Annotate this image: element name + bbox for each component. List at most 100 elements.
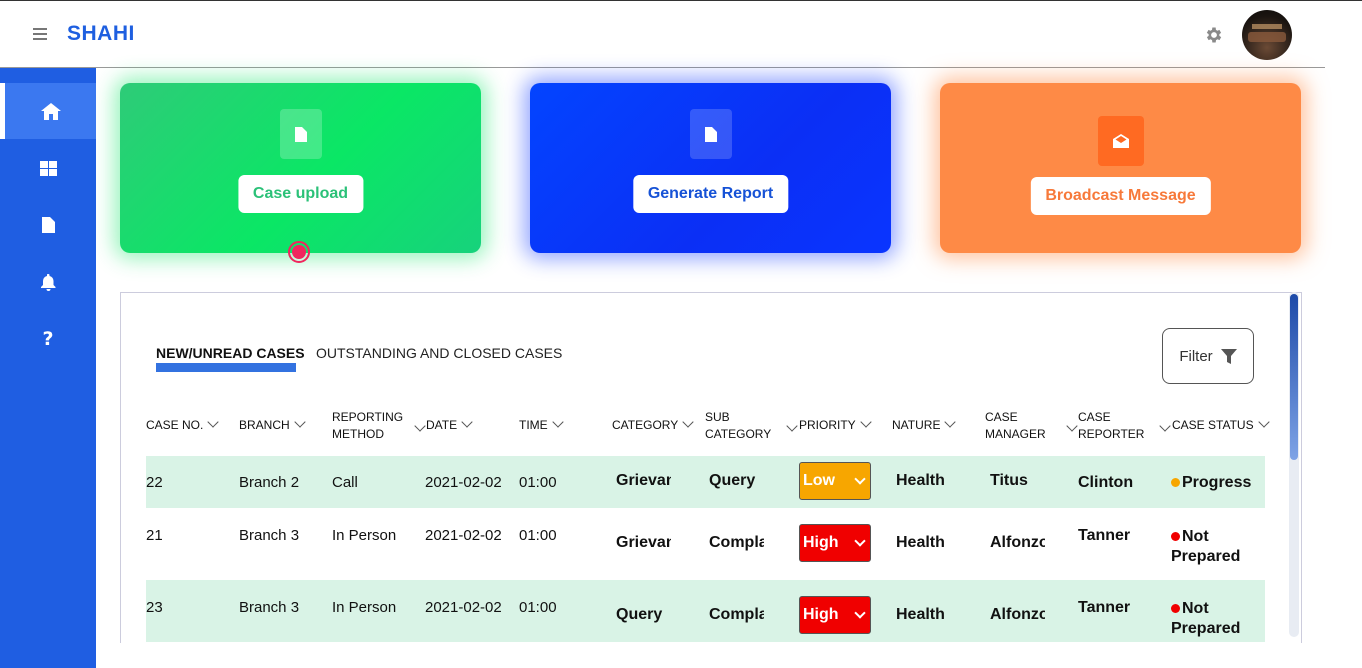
tab-new-unread-cases[interactable]: NEW/UNREAD CASES [156,345,305,361]
cell-branch: Branch 3 [239,599,300,616]
header-case-status[interactable]: CASE STATUS [1172,416,1270,434]
sidebar-item-notifications[interactable] [0,254,96,310]
cell-date: 2021-02-02 [425,599,502,616]
sidebar-item-dashboard[interactable] [0,140,96,196]
priority-value: Low [803,472,835,489]
header-label: METHOD [332,427,384,441]
sub-category-select[interactable]: Complaint [709,606,764,624]
sidebar-item-documents[interactable] [0,197,96,253]
header-case-no[interactable]: CASE NO. [146,416,220,434]
cell-method: In Person [332,527,397,544]
header-category[interactable]: CATEGORY [612,416,694,434]
nature-select[interactable]: Health [896,472,956,490]
header-label: PRIORITY [799,418,856,432]
header-sub-category[interactable]: SUB CATEGORY [705,409,771,443]
priority-select[interactable]: High [799,596,871,634]
status-dot [1171,532,1180,541]
filter-button[interactable]: Filter [1162,328,1254,384]
cell-time: 01:00 [519,527,557,544]
chevron-down-icon [207,416,220,428]
broadcast-message-card[interactable]: Broadcast Message [940,83,1301,253]
status-text: Prepared [1171,548,1241,565]
cell-date: 2021-02-02 [425,527,502,544]
sub-category-select[interactable]: Complaint [709,534,764,552]
bell-icon [40,273,55,291]
header-time[interactable]: TIME [519,416,564,434]
chevron-down-icon [1257,416,1270,428]
chevron-down-icon [854,473,866,485]
case-manager-select[interactable]: Titus [990,472,1045,490]
sub-category-select[interactable]: Query [709,472,764,490]
priority-value: High [803,606,839,623]
header-label: CASE [985,410,1018,424]
sidebar-item-help[interactable]: ? [0,311,96,367]
cell-method: In Person [332,599,397,616]
table-row[interactable]: 22 Branch 2 Call 2021-02-02 01:00 Grieva… [146,456,1265,508]
category-select[interactable]: Grievance [616,534,671,552]
nature-select[interactable]: Health [896,606,956,624]
case-manager-select[interactable]: Alfonzo [990,606,1045,624]
cell-reporter: Tanner [1078,599,1131,616]
header-nature[interactable]: NATURE [892,416,957,434]
case-upload-card[interactable]: Case upload [120,83,481,253]
cell-branch: Branch 2 [239,474,300,491]
header-label: REPORTER [1078,427,1145,441]
table-row[interactable]: 23 Branch 3 In Person 2021-02-02 01:00 Q… [146,580,1265,642]
header-case-reporter[interactable]: CASE REPORTER [1078,409,1144,443]
cell-case-no: 23 [146,599,163,616]
cell-reporter: Clinton [1078,474,1134,491]
chevron-down-icon [682,416,694,428]
help-icon: ? [42,328,54,350]
priority-select[interactable]: High [799,524,871,562]
header-label: DATE [426,418,458,432]
header-case-manager[interactable]: CASE MANAGER [985,409,1046,443]
menu-icon[interactable] [33,28,47,43]
header-label: NATURE [892,418,941,432]
header-priority[interactable]: PRIORITY [799,416,872,434]
status-badge: Progress [1171,474,1251,492]
chevron-down-icon [461,416,473,428]
status-text: Prepared [1171,620,1241,637]
gear-icon[interactable] [1204,25,1224,45]
header-label: CASE NO. [146,418,204,432]
case-upload-button[interactable]: Case upload [237,175,364,213]
header-label: REPORTING [332,410,404,424]
active-tab-underline [156,363,296,372]
generate-report-card[interactable]: Generate Report [530,83,891,253]
filter-icon [1220,348,1237,364]
priority-select[interactable]: Low [799,462,871,500]
brand-title[interactable]: SHAHI [67,22,135,46]
cell-case-no: 22 [146,474,163,491]
sidebar-item-home[interactable] [0,83,96,139]
document-icon [41,217,55,233]
nature-select[interactable]: Health [896,534,956,552]
generate-report-button[interactable]: Generate Report [632,175,789,213]
status-badge: Not Prepared [1171,599,1240,639]
status-text: Not [1182,600,1209,617]
header-reporting-method[interactable]: REPORTING METHOD [332,409,403,443]
status-text: Progress [1182,474,1252,491]
sidebar: ? [0,68,96,668]
cell-method: Call [332,474,358,491]
status-badge: Not Prepared [1171,527,1240,567]
header-branch[interactable]: BRANCH [239,416,306,434]
broadcast-message-button[interactable]: Broadcast Message [1030,177,1211,215]
chevron-down-icon [854,535,866,547]
category-select[interactable]: Grievance [616,472,671,490]
chevron-down-icon [944,416,957,428]
table-row[interactable]: 21 Branch 3 In Person 2021-02-02 01:00 G… [146,508,1265,580]
case-manager-select[interactable]: Alfonzo [990,534,1045,552]
envelope-open-icon [1097,116,1144,166]
status-text: Not [1182,528,1209,545]
file-icon [689,109,732,159]
header-label: MANAGER [985,427,1046,441]
tab-outstanding-closed-cases[interactable]: OUTSTANDING AND CLOSED CASES [316,345,562,361]
scrollbar-thumb[interactable] [1290,294,1298,460]
category-select[interactable]: Query [616,606,671,624]
header-label: SUB [705,410,730,424]
header-date[interactable]: DATE [426,416,473,434]
home-icon [40,102,61,120]
header-label: CATEGORY [612,418,679,432]
user-avatar[interactable] [1242,10,1292,60]
cell-time: 01:00 [519,474,557,491]
